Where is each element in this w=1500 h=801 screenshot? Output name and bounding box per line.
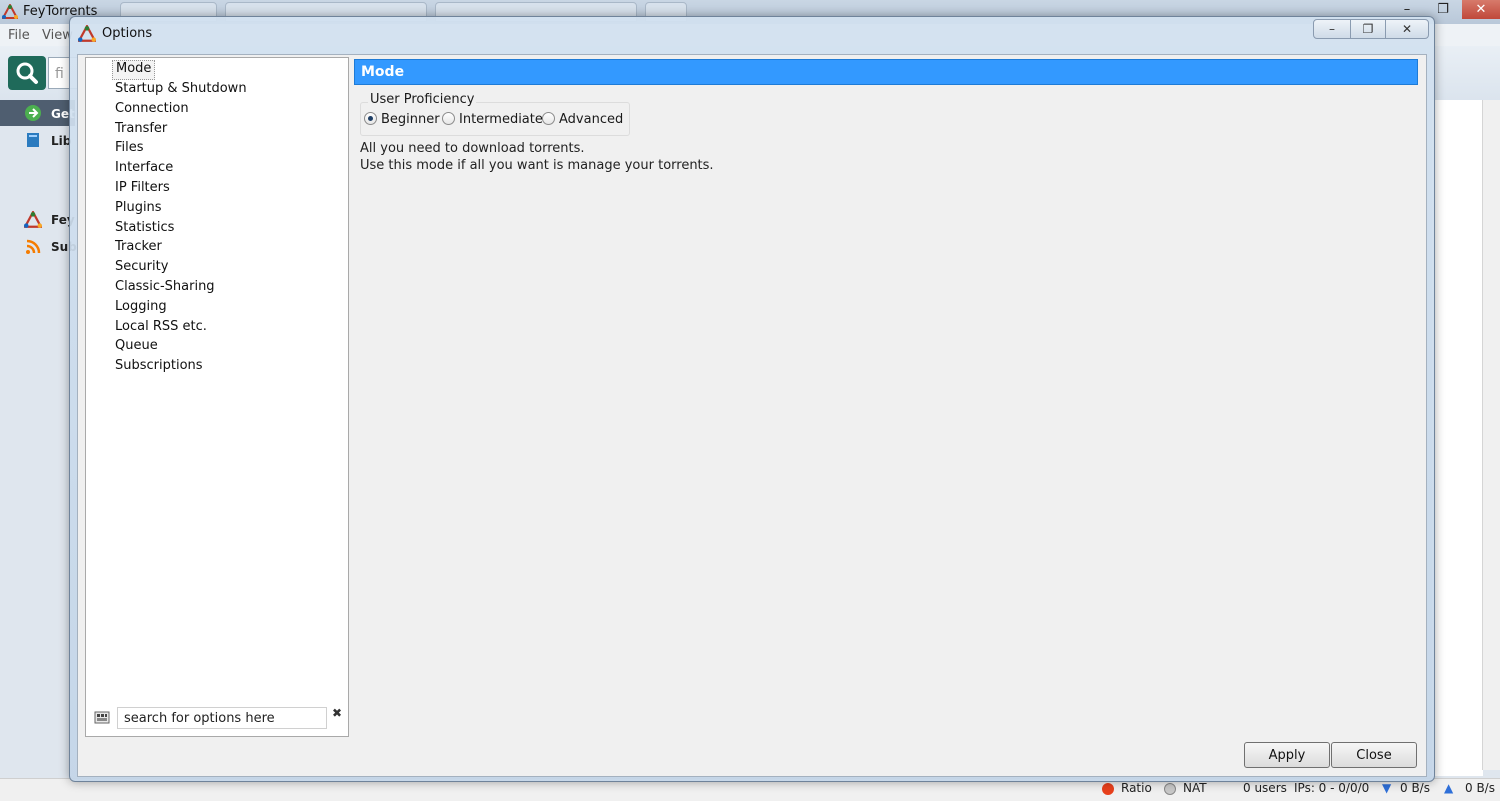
feytorrents-logo-icon xyxy=(78,25,96,42)
radio-advanced-label: Advanced xyxy=(559,112,624,127)
tree-item-classic-sharing[interactable]: Classic-Sharing xyxy=(112,278,218,296)
dialog-close-button[interactable]: ✕ xyxy=(1385,19,1429,39)
tree-item-files[interactable]: Files xyxy=(112,139,147,157)
tree-item-subscriptions[interactable]: Subscriptions xyxy=(112,357,206,375)
radio-beginner-label: Beginner xyxy=(381,112,440,127)
tree-item-statistics[interactable]: Statistics xyxy=(112,219,177,237)
tree-item-logging[interactable]: Logging xyxy=(112,298,170,316)
apply-button[interactable]: Apply xyxy=(1244,742,1330,768)
radio-checked-icon[interactable] xyxy=(364,112,377,125)
status-upload-rate[interactable]: 0 B/s xyxy=(1465,781,1495,795)
feytorrents-logo-icon xyxy=(24,211,42,228)
search-icon xyxy=(16,62,38,84)
mode-description-line: All you need to download torrents. xyxy=(360,141,585,156)
app-close-button[interactable]: ✕ xyxy=(1462,0,1500,19)
tree-item-security[interactable]: Security xyxy=(112,258,171,276)
app-content-pane xyxy=(1432,100,1483,776)
radio-unchecked-icon[interactable] xyxy=(442,112,455,125)
app-search-button[interactable] xyxy=(8,56,46,90)
feytorrents-logo-icon xyxy=(2,4,18,19)
library-icon xyxy=(27,133,39,147)
rss-icon xyxy=(26,239,41,254)
mode-description-line: Use this mode if all you want is manage … xyxy=(360,158,714,173)
status-ratio[interactable]: Ratio xyxy=(1121,781,1152,795)
status-nat[interactable]: NAT xyxy=(1183,781,1207,795)
radio-intermediate[interactable]: Intermediate xyxy=(442,111,543,129)
tree-item-mode[interactable]: Mode xyxy=(112,60,156,80)
tree-item-transfer[interactable]: Transfer xyxy=(112,120,170,138)
options-dialog: Options – ❐ ✕ Mode Startup & Shutdown Co… xyxy=(69,16,1435,782)
options-category-tree: Mode Startup & Shutdown Connection Trans… xyxy=(85,57,349,737)
tree-item-ip-filters[interactable]: IP Filters xyxy=(112,179,173,197)
section-title: Mode xyxy=(354,59,1418,85)
tree-item-tracker[interactable]: Tracker xyxy=(112,238,165,256)
dialog-body: Mode Startup & Shutdown Connection Trans… xyxy=(77,54,1427,777)
mode-settings-panel: User Proficiency Beginner Intermediate A… xyxy=(352,85,1420,737)
tree-item-connection[interactable]: Connection xyxy=(112,100,192,118)
close-button[interactable]: Close xyxy=(1331,742,1417,768)
dialog-title: Options xyxy=(102,26,153,41)
dialog-minimize-button[interactable]: – xyxy=(1313,19,1351,39)
dialog-window-controls: – ❐ ✕ xyxy=(1313,19,1429,39)
app-vertical-scrollbar[interactable] xyxy=(1482,100,1500,770)
radio-advanced[interactable]: Advanced xyxy=(542,111,623,129)
app-sidebar xyxy=(0,100,75,780)
dialog-maximize-button[interactable]: ❐ xyxy=(1350,19,1386,39)
upload-arrow-icon: ▲ xyxy=(1444,781,1454,795)
user-proficiency-label: User Proficiency xyxy=(368,92,477,107)
clear-search-icon[interactable]: ✖ xyxy=(332,706,342,720)
status-users[interactable]: 0 users xyxy=(1243,781,1287,795)
radio-intermediate-label: Intermediate xyxy=(459,112,543,127)
arrow-right-icon xyxy=(25,105,41,121)
options-search-icon xyxy=(94,711,110,724)
nat-status-icon xyxy=(1164,783,1176,795)
tree-item-interface[interactable]: Interface xyxy=(112,159,176,177)
ratio-status-icon xyxy=(1102,783,1114,795)
status-ips[interactable]: IPs: 0 - 0/0/0 xyxy=(1294,781,1369,795)
tree-item-plugins[interactable]: Plugins xyxy=(112,199,165,217)
tree-item-startup-shutdown[interactable]: Startup & Shutdown xyxy=(112,80,250,98)
tree-item-queue[interactable]: Queue xyxy=(112,337,161,355)
menu-file[interactable]: File xyxy=(8,28,30,43)
download-arrow-icon: ▼ xyxy=(1382,781,1392,795)
status-download-rate[interactable]: 0 B/s xyxy=(1400,781,1430,795)
radio-beginner[interactable]: Beginner xyxy=(364,111,440,129)
tree-item-local-rss[interactable]: Local RSS etc. xyxy=(112,318,210,336)
options-search-input[interactable] xyxy=(117,707,327,729)
radio-unchecked-icon[interactable] xyxy=(542,112,555,125)
